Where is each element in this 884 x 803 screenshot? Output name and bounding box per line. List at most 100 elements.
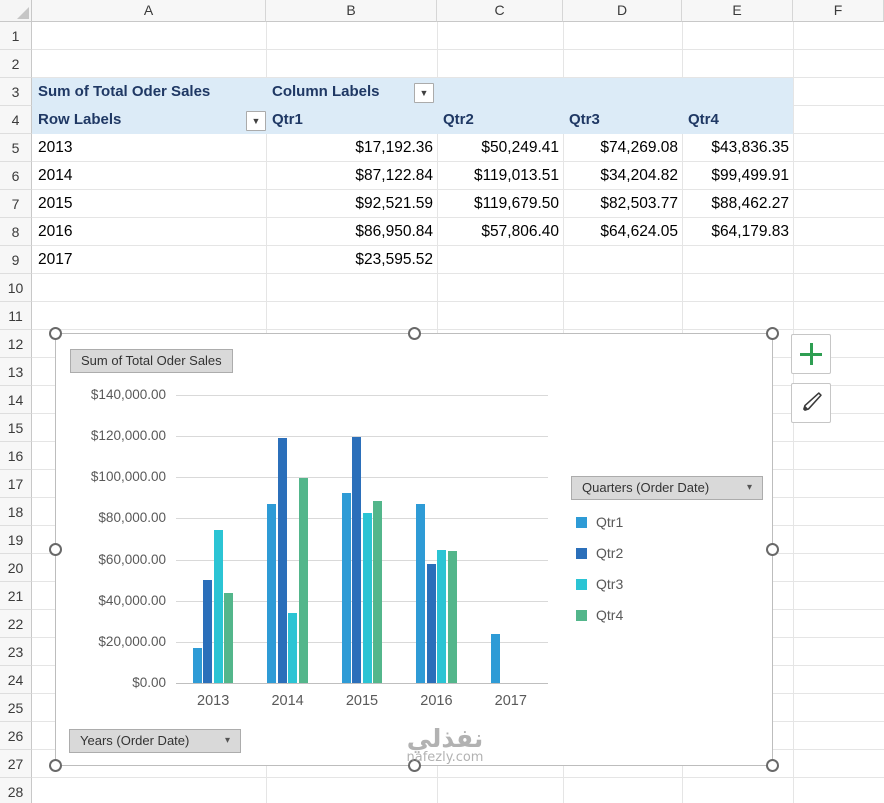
row-header-21[interactable]: 21 bbox=[0, 582, 32, 610]
resize-handle-top-center[interactable] bbox=[408, 327, 421, 340]
row-header-7[interactable]: 7 bbox=[0, 190, 32, 218]
select-all-triangle-icon bbox=[17, 7, 29, 19]
column-header-D[interactable]: D bbox=[563, 0, 682, 22]
row-header-12[interactable]: 12 bbox=[0, 330, 32, 358]
row-header-17[interactable]: 17 bbox=[0, 470, 32, 498]
dropdown-arrow-icon: ▼ bbox=[419, 88, 429, 98]
legend-label-qtr3: Qtr3 bbox=[596, 576, 624, 592]
chart-styles-button[interactable] bbox=[791, 383, 831, 423]
row-header-27[interactable]: 27 bbox=[0, 750, 32, 778]
excel-worksheet: ABCDEF 1 2 3 4 5 6 7 8 9 10 11 12 13 14 15 16 17 18 19 20 21… bbox=[0, 0, 884, 803]
row-header-5[interactable]: 5 bbox=[0, 134, 32, 162]
column-header-C[interactable]: C bbox=[437, 0, 563, 22]
dropdown-arrow-icon: ▾ bbox=[746, 482, 752, 493]
row-header-10[interactable]: 10 bbox=[0, 274, 32, 302]
row-header-25[interactable]: 25 bbox=[0, 694, 32, 722]
legend-swatch-qtr2 bbox=[576, 547, 587, 559]
bar-qtr4-2013[interactable] bbox=[224, 592, 234, 683]
bar-qtr3-2014[interactable] bbox=[288, 612, 298, 683]
column-header-B[interactable]: B bbox=[266, 0, 437, 22]
bar-qtr4-2014[interactable] bbox=[298, 478, 308, 683]
column-header-F[interactable]: F bbox=[793, 0, 884, 22]
legend-item-qtr2[interactable]: Qtr2 bbox=[576, 545, 623, 561]
bar-qtr1-2015[interactable] bbox=[341, 492, 351, 683]
chart-title-field-button[interactable]: Sum of Total Oder Sales bbox=[70, 349, 233, 373]
y-axis-tick-label: $0.00 bbox=[132, 675, 166, 690]
row-header-13[interactable]: 13 bbox=[0, 358, 32, 386]
legend-swatch-qtr3 bbox=[576, 578, 587, 590]
row-header-28[interactable]: 28 bbox=[0, 778, 32, 803]
row-header-23[interactable]: 23 bbox=[0, 638, 32, 666]
y-axis-tick-label: $20,000.00 bbox=[98, 633, 166, 649]
row-header-6[interactable]: 6 bbox=[0, 162, 32, 190]
axis-field-button[interactable]: Years (Order Date) ▾ bbox=[69, 729, 241, 753]
row-header-18[interactable]: 18 bbox=[0, 498, 32, 526]
legend-label-qtr2: Qtr2 bbox=[596, 545, 624, 561]
y-axis-tick-label: $140,000.00 bbox=[90, 387, 166, 402]
row-labels-filter-button[interactable]: ▼ bbox=[246, 111, 266, 131]
resize-handle-bottom-center[interactable] bbox=[408, 759, 421, 772]
resize-handle-bottom-left[interactable] bbox=[49, 759, 62, 772]
legend-field-label: Quarters (Order Date) bbox=[582, 480, 710, 495]
bar-qtr1-2013[interactable] bbox=[192, 647, 202, 683]
paintbrush-icon bbox=[803, 392, 822, 411]
column-header-A[interactable]: A bbox=[32, 0, 266, 22]
resize-handle-mid-left[interactable] bbox=[49, 543, 62, 556]
y-axis-tick-label: $40,000.00 bbox=[98, 592, 166, 608]
chart-elements-button[interactable] bbox=[791, 334, 831, 374]
row-header-3[interactable]: 3 bbox=[0, 78, 32, 106]
column-header-E[interactable]: E bbox=[682, 0, 793, 22]
row-header-24[interactable]: 24 bbox=[0, 666, 32, 694]
legend-label-qtr1: Qtr1 bbox=[596, 514, 624, 530]
pivot-chart[interactable]: Sum of Total Oder Sales $0.00 $20,000.00 $… bbox=[49, 327, 779, 772]
bar-qtr2-2016[interactable] bbox=[426, 564, 436, 683]
bar-qtr4-2016[interactable] bbox=[447, 550, 457, 683]
chart-gridline bbox=[176, 436, 548, 438]
legend-item-qtr3[interactable]: Qtr3 bbox=[576, 576, 623, 592]
row-header-1[interactable]: 1 bbox=[0, 22, 32, 50]
row-header-14[interactable]: 14 bbox=[0, 386, 32, 414]
x-axis-label-2013: 2013 bbox=[197, 693, 230, 709]
bar-qtr3-2016[interactable] bbox=[437, 550, 447, 683]
dropdown-arrow-icon: ▾ bbox=[224, 735, 230, 746]
bar-qtr3-2015[interactable] bbox=[362, 513, 372, 683]
row-header-26[interactable]: 26 bbox=[0, 722, 32, 750]
row-header-15[interactable]: 15 bbox=[0, 414, 32, 442]
x-axis-label-2016: 2016 bbox=[420, 693, 453, 709]
row-header-19[interactable]: 19 bbox=[0, 526, 32, 554]
row-header-16[interactable]: 16 bbox=[0, 442, 32, 470]
row-header-22[interactable]: 22 bbox=[0, 610, 32, 638]
column-labels-filter-button[interactable]: ▼ bbox=[414, 83, 434, 103]
bar-qtr1-2016[interactable] bbox=[416, 504, 426, 683]
y-axis-tick-label: $120,000.00 bbox=[90, 428, 166, 444]
legend-item-qtr1[interactable]: Qtr1 bbox=[576, 514, 623, 530]
bar-qtr2-2013[interactable] bbox=[203, 579, 213, 683]
legend-field-button[interactable]: Quarters (Order Date) ▾ bbox=[571, 476, 763, 500]
bar-qtr1-2014[interactable] bbox=[267, 503, 277, 683]
resize-handle-mid-right[interactable] bbox=[766, 543, 779, 556]
dropdown-arrow-icon: ▼ bbox=[251, 116, 261, 126]
select-all-corner[interactable] bbox=[0, 0, 32, 22]
x-axis-label-2015: 2015 bbox=[345, 693, 379, 709]
resize-handle-bottom-right[interactable] bbox=[766, 759, 779, 772]
row-header-8[interactable]: 8 bbox=[0, 218, 32, 246]
row-header-2[interactable]: 2 bbox=[0, 50, 32, 78]
resize-handle-top-left[interactable] bbox=[49, 327, 62, 340]
row-header-4[interactable]: 4 bbox=[0, 106, 32, 134]
row-header-9[interactable]: 9 bbox=[0, 246, 32, 274]
bar-qtr4-2015[interactable] bbox=[373, 501, 383, 683]
y-axis-tick-label: $60,000.00 bbox=[98, 551, 166, 567]
legend-item-qtr4[interactable]: Qtr4 bbox=[576, 607, 623, 623]
bar-qtr2-2014[interactable] bbox=[277, 438, 287, 683]
bar-qtr3-2013[interactable] bbox=[213, 530, 223, 683]
row-header-20[interactable]: 20 bbox=[0, 554, 32, 582]
x-axis-label-2014: 2014 bbox=[271, 693, 304, 709]
pivot-header-fill bbox=[32, 78, 793, 134]
resize-handle-top-right[interactable] bbox=[766, 327, 779, 340]
row-header-11[interactable]: 11 bbox=[0, 302, 32, 330]
x-axis-label-2017: 2017 bbox=[494, 693, 527, 709]
bar-qtr1-2017[interactable] bbox=[490, 634, 500, 683]
bar-qtr2-2015[interactable] bbox=[352, 436, 362, 683]
y-axis-tick-label: $100,000.00 bbox=[90, 469, 166, 485]
chart-gridline bbox=[176, 395, 548, 396]
